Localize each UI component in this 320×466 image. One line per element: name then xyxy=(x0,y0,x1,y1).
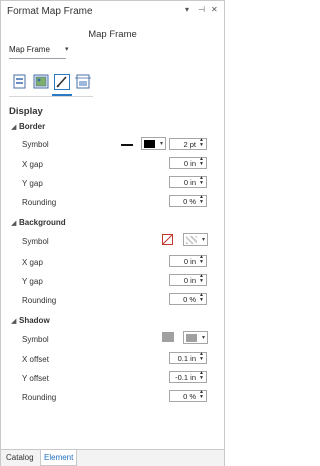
background-y-gap-input[interactable]: 0 in ▲ ▼ xyxy=(169,274,207,286)
placement-icon[interactable] xyxy=(74,73,92,91)
spinner-arrows-icon[interactable]: ▲ ▼ xyxy=(198,274,205,286)
element-heading: Map Frame xyxy=(88,29,137,40)
background-rounding-label: Rounding xyxy=(22,296,57,305)
pane-title: Format Map Frame xyxy=(7,6,93,17)
shadow-x-offset-label: X offset xyxy=(22,355,49,364)
format-map-frame-pane: Format Map Frame ▾ ⊣ ✕ Map Frame Map Fra… xyxy=(0,0,225,466)
spinner-arrows-icon[interactable]: ▲ ▼ xyxy=(198,390,205,402)
shadow-rounding-input[interactable]: 0 % ▲ ▼ xyxy=(169,390,207,402)
border-group-title: Border xyxy=(19,122,46,131)
pin-icon[interactable]: ⊣ xyxy=(198,5,205,14)
element-selector-value: Map Frame xyxy=(9,45,50,54)
map-frame-icon[interactable] xyxy=(32,73,50,91)
tab-strip-underline xyxy=(9,96,93,97)
symbol-pen-icon[interactable] xyxy=(52,73,72,96)
spinner-arrows-icon[interactable]: ▲ ▼ xyxy=(198,195,205,207)
spinner-arrows-icon[interactable]: ▲ ▼ xyxy=(198,157,205,169)
collapse-icon: ◢ xyxy=(11,318,17,325)
shadow-group-title: Shadow xyxy=(19,316,50,325)
collapse-icon: ◢ xyxy=(11,220,17,227)
background-symbol-label: Symbol xyxy=(22,237,49,246)
spinner-arrows-icon[interactable]: ▲ ▼ xyxy=(198,138,205,150)
close-icon[interactable]: ✕ xyxy=(211,5,218,14)
border-group-header[interactable]: ◢ Border xyxy=(11,122,45,131)
border-x-gap-value: 0 in xyxy=(183,159,196,168)
shadow-color-button[interactable]: ▾ xyxy=(183,331,208,344)
border-symbol-label: Symbol xyxy=(22,140,49,149)
shadow-rounding-label: Rounding xyxy=(22,393,57,402)
shadow-symbol-preview xyxy=(162,332,174,342)
line-symbol-preview xyxy=(121,144,133,146)
border-y-gap-value: 0 in xyxy=(183,178,196,187)
spinner-arrows-icon[interactable]: ▲ ▼ xyxy=(198,371,205,383)
background-y-gap-label: Y gap xyxy=(22,277,43,286)
section-title-display: Display xyxy=(9,106,43,117)
border-width-input[interactable]: 2 pt ▲ ▼ xyxy=(169,138,207,150)
shadow-x-offset-input[interactable]: 0.1 in ▲ ▼ xyxy=(169,352,207,364)
shadow-x-offset-value: 0.1 in xyxy=(177,354,196,363)
border-x-gap-label: X gap xyxy=(22,160,43,169)
border-rounding-input[interactable]: 0 % ▲ ▼ xyxy=(169,195,207,207)
options-icon[interactable] xyxy=(11,73,29,91)
shadow-symbol-label: Symbol xyxy=(22,335,49,344)
shadow-y-offset-label: Y offset xyxy=(22,374,49,383)
spinner-arrows-icon[interactable]: ▲ ▼ xyxy=(198,176,205,188)
background-y-gap-value: 0 in xyxy=(183,276,196,285)
element-selector[interactable]: Map Frame ▾ xyxy=(9,45,69,54)
spinner-arrows-icon[interactable]: ▲ ▼ xyxy=(198,255,205,267)
chevron-down-icon: ▾ xyxy=(201,237,205,243)
bottom-tab-bar: Catalog Element xyxy=(1,449,224,466)
spinner-arrows-icon[interactable]: ▲ ▼ xyxy=(198,293,205,305)
shadow-rounding-value: 0 % xyxy=(183,392,196,401)
border-x-gap-input[interactable]: 0 in ▲ ▼ xyxy=(169,157,207,169)
background-x-gap-input[interactable]: 0 in ▲ ▼ xyxy=(169,255,207,267)
shadow-group-header[interactable]: ◢ Shadow xyxy=(11,316,50,325)
border-width-value: 2 pt xyxy=(183,140,196,149)
options-menu-icon[interactable]: ▾ xyxy=(185,5,189,14)
background-group-header[interactable]: ◢ Background xyxy=(11,218,66,227)
chevron-down-icon: ▾ xyxy=(65,46,69,53)
no-fill-icon xyxy=(162,234,173,245)
background-rounding-value: 0 % xyxy=(183,295,196,304)
background-group-title: Background xyxy=(19,218,66,227)
title-bar: Format Map Frame ▾ ⊣ ✕ xyxy=(1,1,224,21)
collapse-icon: ◢ xyxy=(11,124,17,131)
background-x-gap-label: X gap xyxy=(22,258,43,267)
background-color-button[interactable]: ▾ xyxy=(183,233,208,246)
tab-catalog[interactable]: Catalog xyxy=(6,453,34,462)
shadow-y-offset-value: -0.1 in xyxy=(175,373,196,382)
transparent-swatch xyxy=(186,236,197,244)
chevron-down-icon: ▾ xyxy=(201,335,205,341)
border-rounding-value: 0 % xyxy=(183,197,196,206)
border-color-button[interactable]: ▾ xyxy=(141,137,166,150)
black-color-swatch xyxy=(144,140,155,148)
shadow-y-offset-input[interactable]: -0.1 in ▲ ▼ xyxy=(169,371,207,383)
border-y-gap-input[interactable]: 0 in ▲ ▼ xyxy=(169,176,207,188)
tab-element[interactable]: Element xyxy=(44,453,73,462)
gray-color-swatch xyxy=(186,334,197,342)
background-rounding-input[interactable]: 0 % ▲ ▼ xyxy=(169,293,207,305)
chevron-down-icon: ▾ xyxy=(159,141,163,147)
border-y-gap-label: Y gap xyxy=(22,179,43,188)
spinner-arrows-icon[interactable]: ▲ ▼ xyxy=(198,352,205,364)
border-rounding-label: Rounding xyxy=(22,198,57,207)
background-x-gap-value: 0 in xyxy=(183,257,196,266)
selector-underline xyxy=(9,58,66,59)
